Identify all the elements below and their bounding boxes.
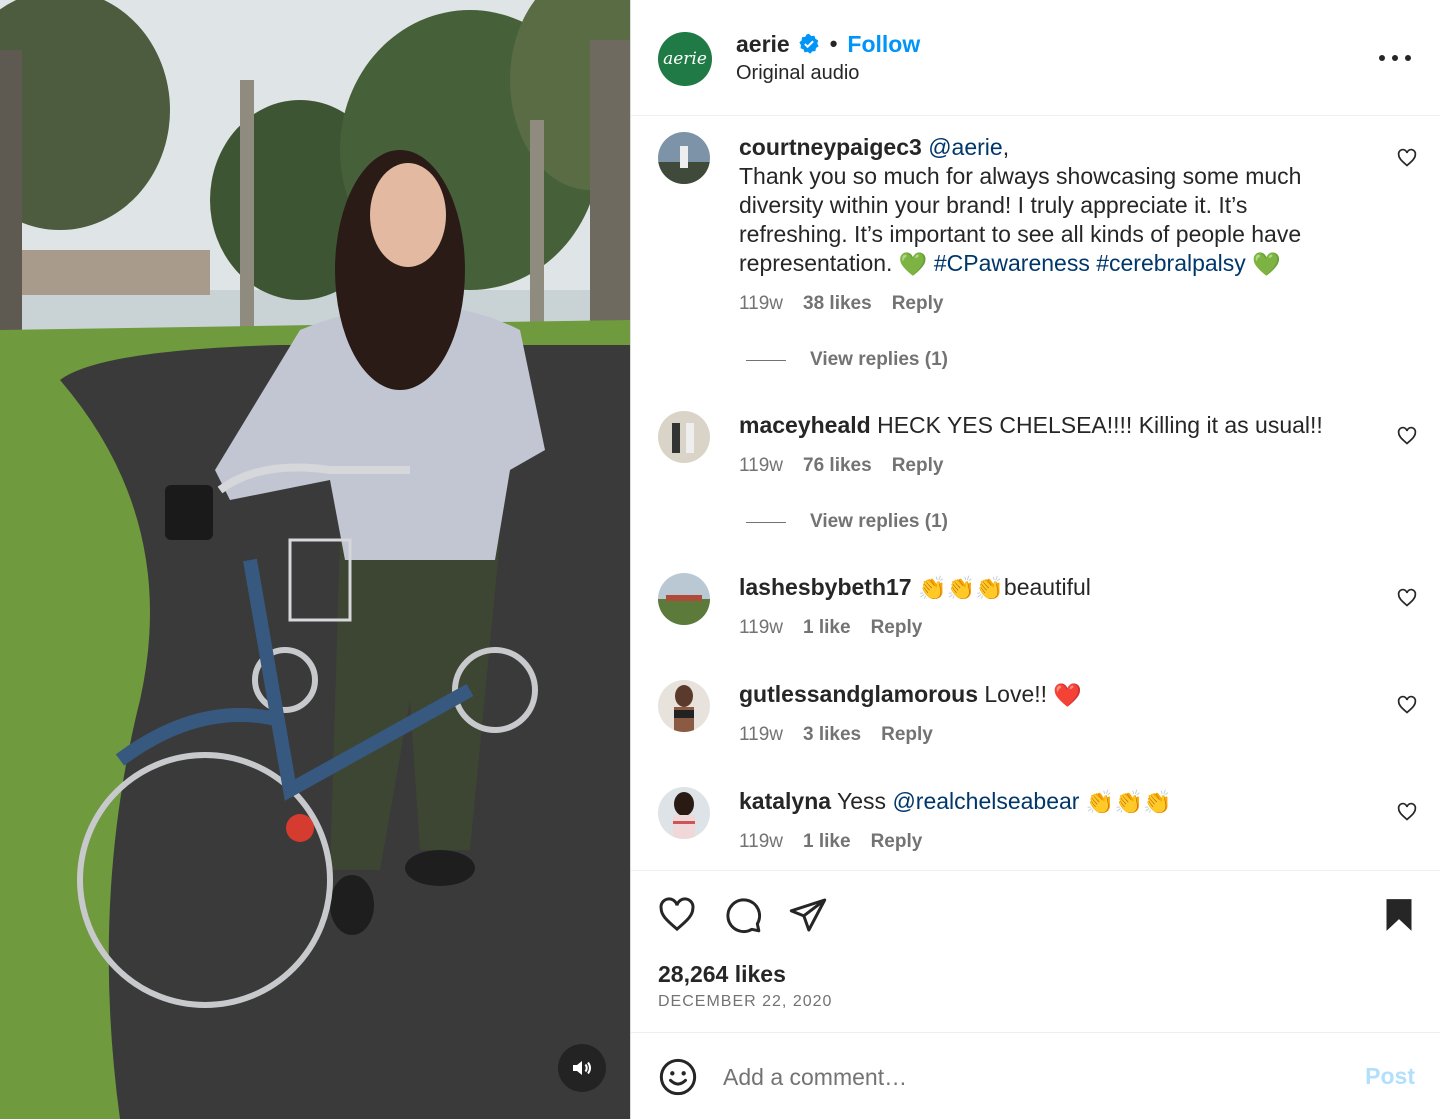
comment-hashtags[interactable]: #CPawareness #cerebralpalsy	[934, 250, 1246, 276]
comment-likes[interactable]: 38 likes	[803, 293, 872, 315]
author-avatar[interactable]: aerie	[658, 32, 712, 86]
comment-username[interactable]: lashesbybeth17	[739, 574, 912, 600]
comment-mention[interactable]: @aerie	[928, 134, 1003, 160]
post-video[interactable]	[0, 0, 630, 1119]
comment-like-heart-icon[interactable]	[1397, 426, 1417, 446]
share-icon[interactable]	[788, 895, 828, 935]
comment-body: Love!!	[977, 681, 1054, 707]
comment-input[interactable]	[723, 1055, 1323, 1099]
verified-badge-icon	[799, 33, 819, 54]
commenter-avatar[interactable]	[658, 132, 710, 184]
audio-label[interactable]: Original audio	[736, 62, 859, 85]
comment-text: courtneypaigec3 @aerie, Thank you so muc…	[739, 133, 1339, 279]
author-username[interactable]: aerie	[736, 31, 790, 58]
more-options-icon[interactable]	[1379, 46, 1411, 70]
view-replies-label: View replies (1)	[810, 511, 948, 532]
comment-meta: 119w 76 likes Reply	[739, 455, 943, 477]
clapping-hands-emoji: 👏👏👏	[1085, 789, 1172, 816]
comment-meta: 119w 3 likes Reply	[739, 724, 933, 746]
view-replies-label: View replies (1)	[810, 349, 948, 370]
comment-meta: 119w 1 like Reply	[739, 831, 922, 853]
comment-text: maceyheald HECK YES CHELSEA!!!! Killing …	[739, 411, 1359, 440]
avatar-photo	[658, 132, 710, 184]
comment-body: HECK YES CHELSEA!!!! Killing it as usual…	[870, 412, 1323, 438]
post-date: DECEMBER 22, 2020	[658, 993, 833, 1010]
comment-time[interactable]: 119w	[739, 293, 783, 315]
comment-time[interactable]: 119w	[739, 831, 783, 853]
comment-body: beautiful	[1003, 574, 1091, 600]
comment-composer: Post	[631, 1032, 1440, 1119]
comment-likes[interactable]: 76 likes	[803, 455, 872, 477]
comment-username[interactable]: katalyna	[739, 788, 831, 814]
reply-button[interactable]: Reply	[881, 724, 933, 746]
comment-like-heart-icon[interactable]	[1397, 695, 1417, 715]
post-header: aerie aerie • Follow Original audio	[631, 0, 1440, 116]
follow-button[interactable]: Follow	[847, 31, 920, 58]
comment-time[interactable]: 119w	[739, 455, 783, 477]
clapping-hands-emoji: 👏👏👏	[917, 575, 1004, 602]
view-replies-button[interactable]: View replies (1)	[746, 349, 948, 371]
video-frame	[0, 0, 630, 1119]
like-heart-icon[interactable]	[657, 895, 697, 935]
post-comment-button[interactable]: Post	[1365, 1063, 1415, 1090]
avatar-photo	[658, 411, 710, 463]
post-actions: 28,264 likes DECEMBER 22, 2020	[631, 870, 1440, 1032]
comment-like-heart-icon[interactable]	[1397, 588, 1417, 608]
comment-punct: ,	[1002, 134, 1010, 160]
comment-meta: 119w 1 like Reply	[739, 617, 922, 639]
commenter-avatar[interactable]	[658, 411, 710, 463]
avatar-photo	[658, 787, 710, 839]
comment-likes[interactable]: 3 likes	[803, 724, 861, 746]
reply-button[interactable]: Reply	[892, 455, 944, 477]
comment-likes[interactable]: 1 like	[803, 831, 851, 853]
comment-text: lashesbybeth17 👏👏👏beautiful	[739, 573, 1339, 603]
reply-button[interactable]: Reply	[892, 293, 944, 315]
comment-like-heart-icon[interactable]	[1397, 802, 1417, 822]
comment-username[interactable]: maceyheald	[739, 412, 871, 438]
commenter-avatar[interactable]	[658, 680, 710, 732]
comment-username[interactable]: courtneypaigec3	[739, 134, 922, 160]
comments-list[interactable]: courtneypaigec3 @aerie, Thank you so muc…	[631, 116, 1440, 870]
reply-button[interactable]: Reply	[871, 617, 923, 639]
comment-meta: 119w 38 likes Reply	[739, 293, 943, 315]
comment-icon[interactable]	[723, 895, 763, 935]
commenter-avatar[interactable]	[658, 787, 710, 839]
green-heart-emoji: 💚	[898, 251, 928, 278]
comment-mention[interactable]: @realchelseabear	[892, 788, 1079, 814]
comment-body: Yess	[831, 788, 893, 814]
avatar-photo	[658, 680, 710, 732]
comment-time[interactable]: 119w	[739, 724, 783, 746]
replies-divider	[746, 521, 786, 523]
separator-dot: •	[829, 31, 838, 56]
comment-username[interactable]: gutlessandglamorous	[739, 681, 978, 707]
red-heart-emoji: ❤️	[1053, 682, 1083, 709]
audio-toggle-button[interactable]	[558, 1044, 606, 1092]
author-avatar-text: aerie	[663, 49, 707, 69]
avatar-photo	[658, 573, 710, 625]
reply-button[interactable]: Reply	[871, 831, 923, 853]
view-replies-button[interactable]: View replies (1)	[746, 511, 948, 533]
replies-divider	[746, 359, 786, 361]
bookmark-icon[interactable]	[1379, 895, 1419, 935]
comment-text: katalyna Yess @realchelseabear 👏👏👏	[739, 787, 1339, 817]
comment-likes[interactable]: 1 like	[803, 617, 851, 639]
speaker-icon	[573, 1061, 591, 1075]
post-details-panel: aerie aerie • Follow Original audio cour…	[630, 0, 1440, 1119]
comment-text: gutlessandglamorous Love!! ❤️	[739, 680, 1339, 710]
comment-like-heart-icon[interactable]	[1397, 148, 1417, 168]
commenter-avatar[interactable]	[658, 573, 710, 625]
author-line: aerie • Follow	[736, 30, 920, 58]
emoji-icon[interactable]	[658, 1057, 698, 1097]
green-heart-emoji: 💚	[1252, 251, 1281, 278]
likes-count[interactable]: 28,264 likes	[658, 961, 786, 988]
comment-time[interactable]: 119w	[739, 617, 783, 639]
